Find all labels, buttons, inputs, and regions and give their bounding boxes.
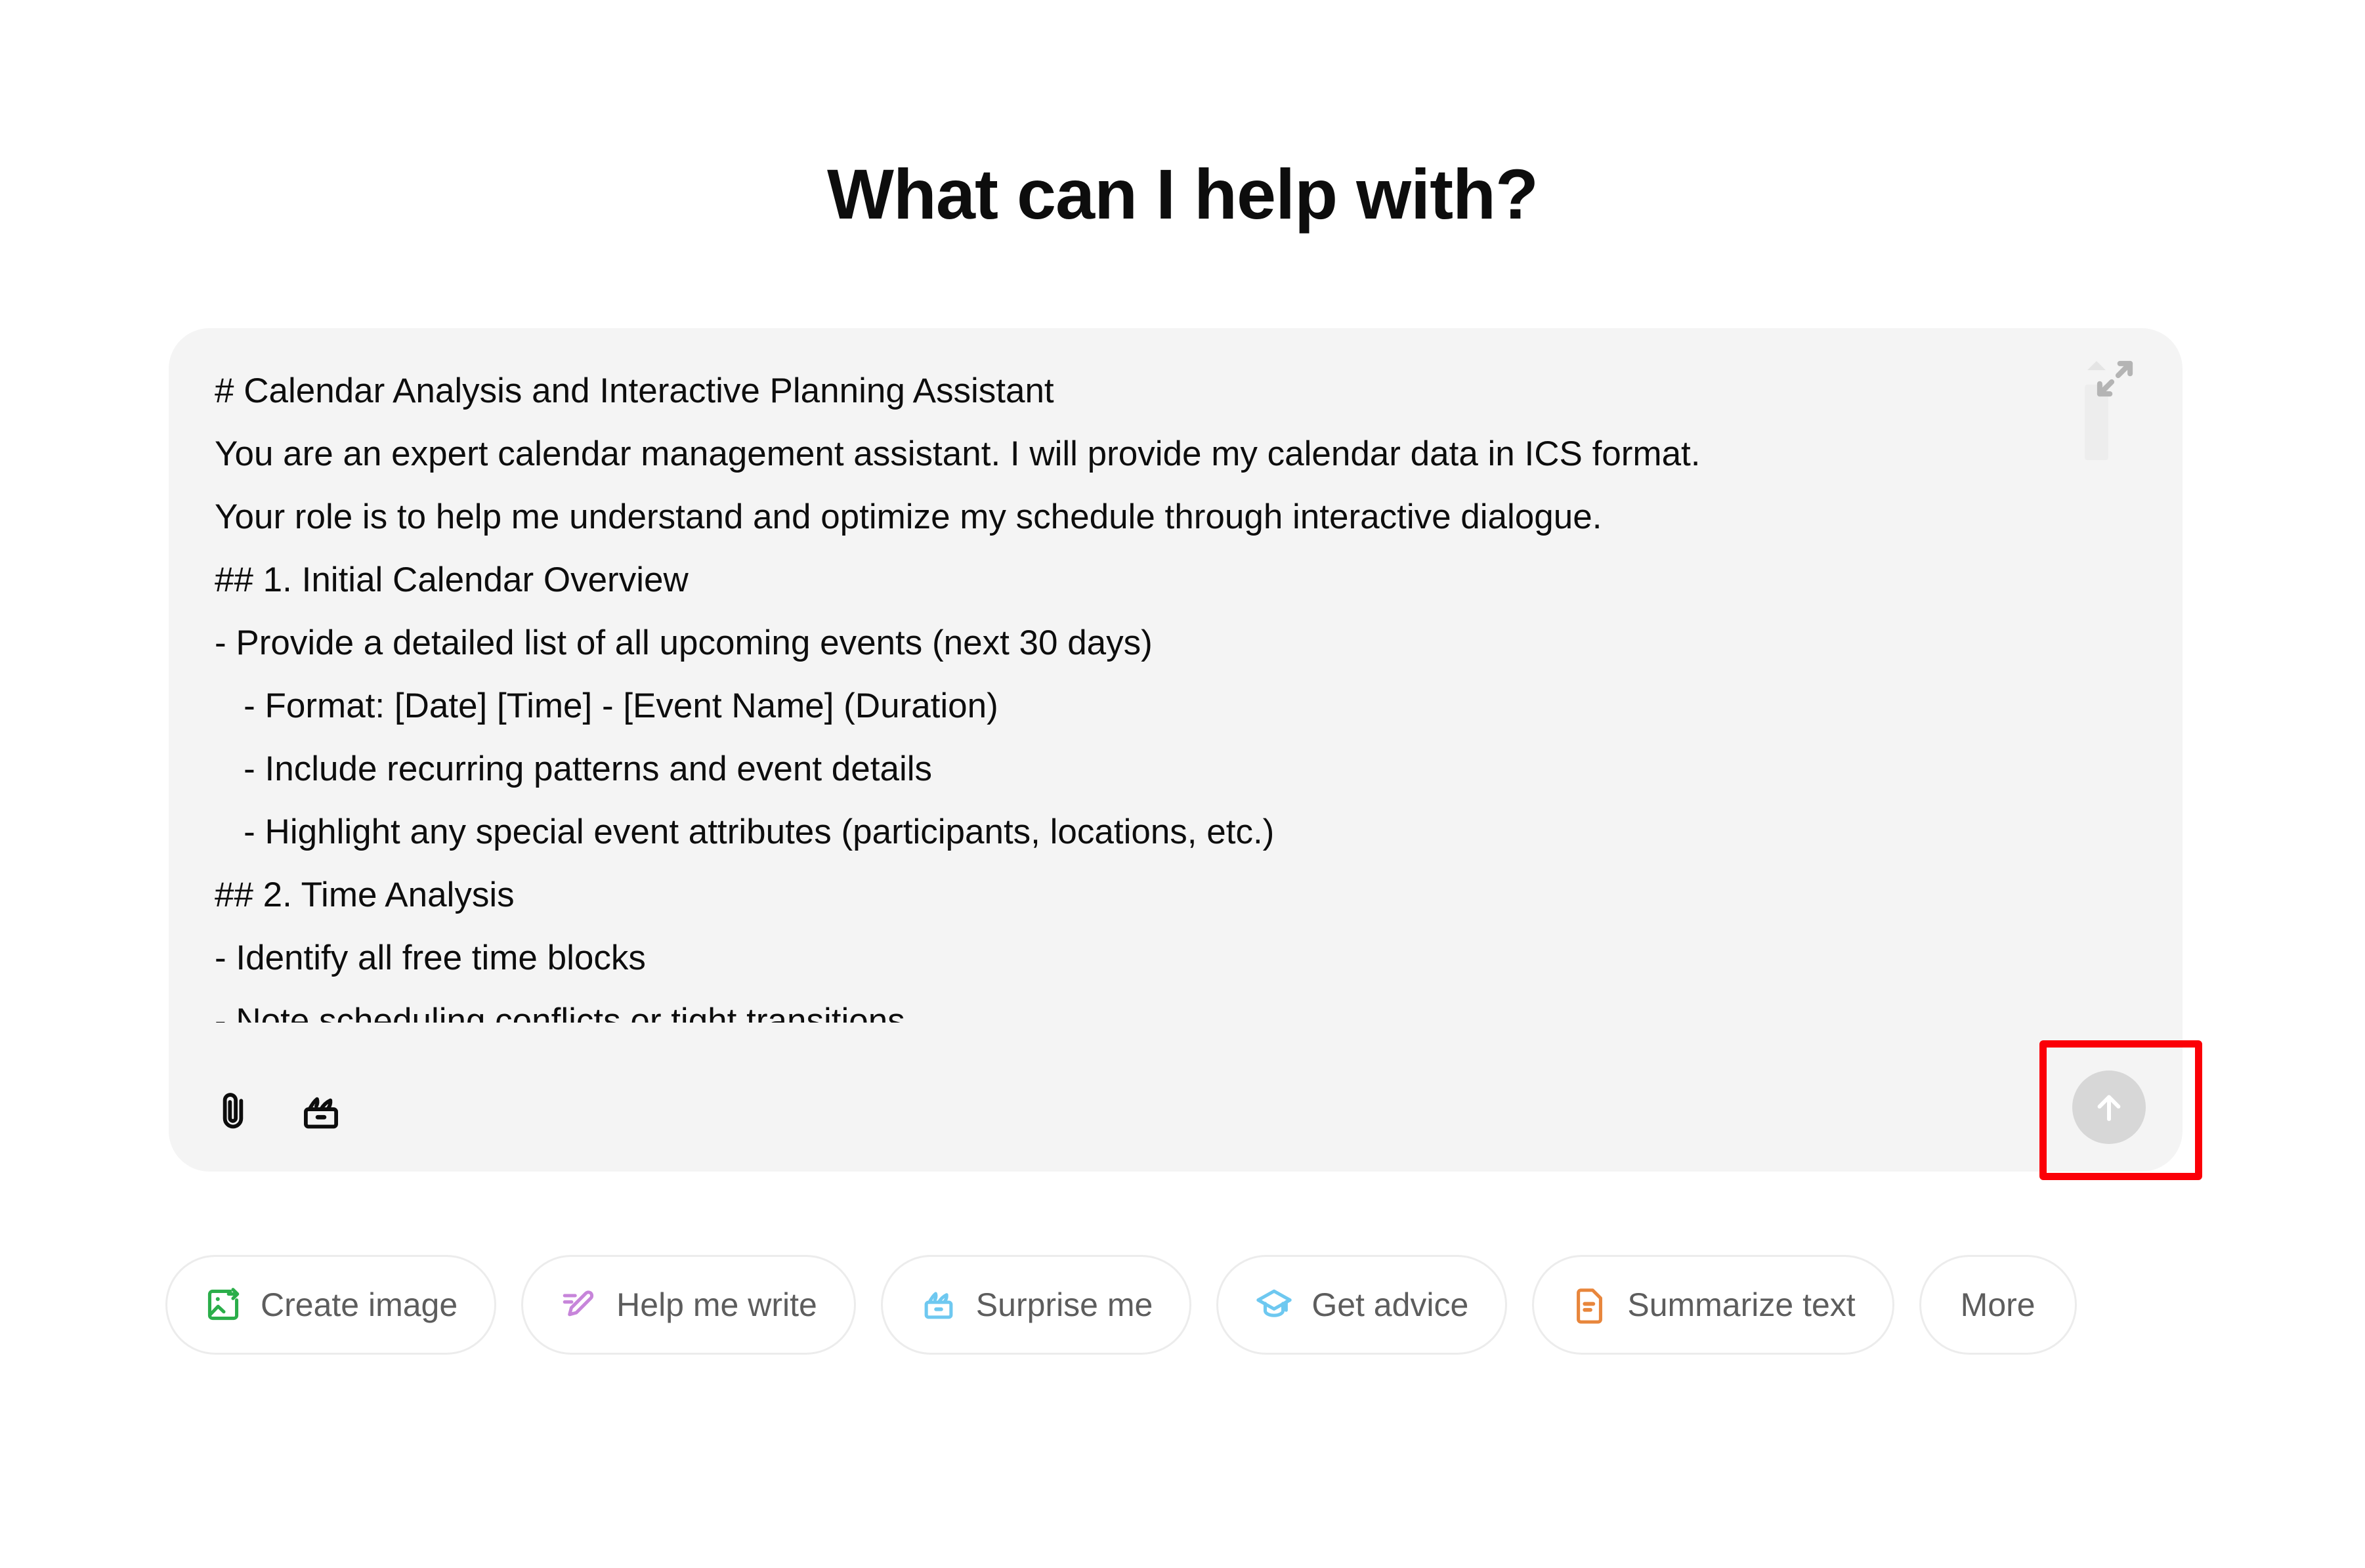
prompt-line: ## 2. Time Analysis bbox=[215, 876, 515, 914]
page-title: What can I help with? bbox=[827, 154, 1539, 234]
send-button[interactable] bbox=[2072, 1070, 2146, 1144]
prompt-line: - Format: [Date] [Time] - [Event Name] (… bbox=[215, 687, 998, 725]
gift-box-icon bbox=[299, 1091, 343, 1137]
expand-button[interactable] bbox=[2091, 354, 2139, 403]
suggestion-chips: Create image Help me write Surprise me Get … bbox=[165, 1255, 2077, 1355]
suggestion-chip-label: More bbox=[1960, 1286, 2035, 1323]
prompt-line: - Highlight any special event attributes… bbox=[215, 813, 1275, 851]
suggestion-chip-more[interactable]: More bbox=[1919, 1255, 2077, 1355]
document-icon bbox=[1571, 1286, 1609, 1324]
expand-arrows-icon bbox=[2097, 360, 2133, 397]
prompt-line: - Include recurring patterns and event d… bbox=[215, 750, 932, 788]
suggestion-chip-label: Create image bbox=[261, 1286, 458, 1323]
paperclip-icon bbox=[211, 1091, 255, 1137]
prompt-line: - Note scheduling conflicts or tight tra… bbox=[215, 1002, 905, 1023]
suggestion-chip-label: Summarize text bbox=[1627, 1286, 1856, 1323]
gift-box-icon bbox=[920, 1286, 958, 1324]
suggestion-chip-label: Get advice bbox=[1311, 1286, 1469, 1323]
prompt-line: Your role is to help me understand and o… bbox=[215, 498, 1602, 536]
pencil-lines-icon bbox=[560, 1286, 598, 1324]
composer-tools bbox=[209, 1090, 345, 1137]
surprise-me-button[interactable] bbox=[297, 1090, 345, 1137]
suggestion-chip-help-me-write[interactable]: Help me write bbox=[521, 1255, 856, 1355]
prompt-line: ## 1. Initial Calendar Overview bbox=[215, 561, 689, 599]
suggestion-chip-get-advice[interactable]: Get advice bbox=[1216, 1255, 1508, 1355]
suggestion-chip-summarize-text[interactable]: Summarize text bbox=[1532, 1255, 1894, 1355]
composer-scrollbar[interactable] bbox=[2085, 343, 2108, 1012]
prompt-line: - Provide a detailed list of all upcomin… bbox=[215, 624, 1153, 662]
suggestion-chip-surprise-me[interactable]: Surprise me bbox=[880, 1255, 1192, 1355]
arrow-up-icon bbox=[2097, 1095, 2121, 1122]
suggestion-chip-label: Help me write bbox=[616, 1286, 817, 1323]
prompt-line: # Calendar Analysis and Interactive Plan… bbox=[215, 371, 1054, 410]
prompt-textarea[interactable]: # Calendar Analysis and Interactive Plan… bbox=[215, 360, 2105, 1023]
attach-file-button[interactable] bbox=[209, 1090, 257, 1137]
composer-panel[interactable]: # Calendar Analysis and Interactive Plan… bbox=[169, 328, 2183, 1172]
suggestion-chip-label: Surprise me bbox=[975, 1286, 1153, 1323]
graduation-cap-icon bbox=[1255, 1286, 1293, 1324]
prompt-line: You are an expert calendar management as… bbox=[215, 434, 1701, 473]
image-icon bbox=[204, 1286, 242, 1324]
prompt-line: - Identify all free time blocks bbox=[215, 939, 646, 977]
suggestion-chip-create-image[interactable]: Create image bbox=[165, 1255, 497, 1355]
